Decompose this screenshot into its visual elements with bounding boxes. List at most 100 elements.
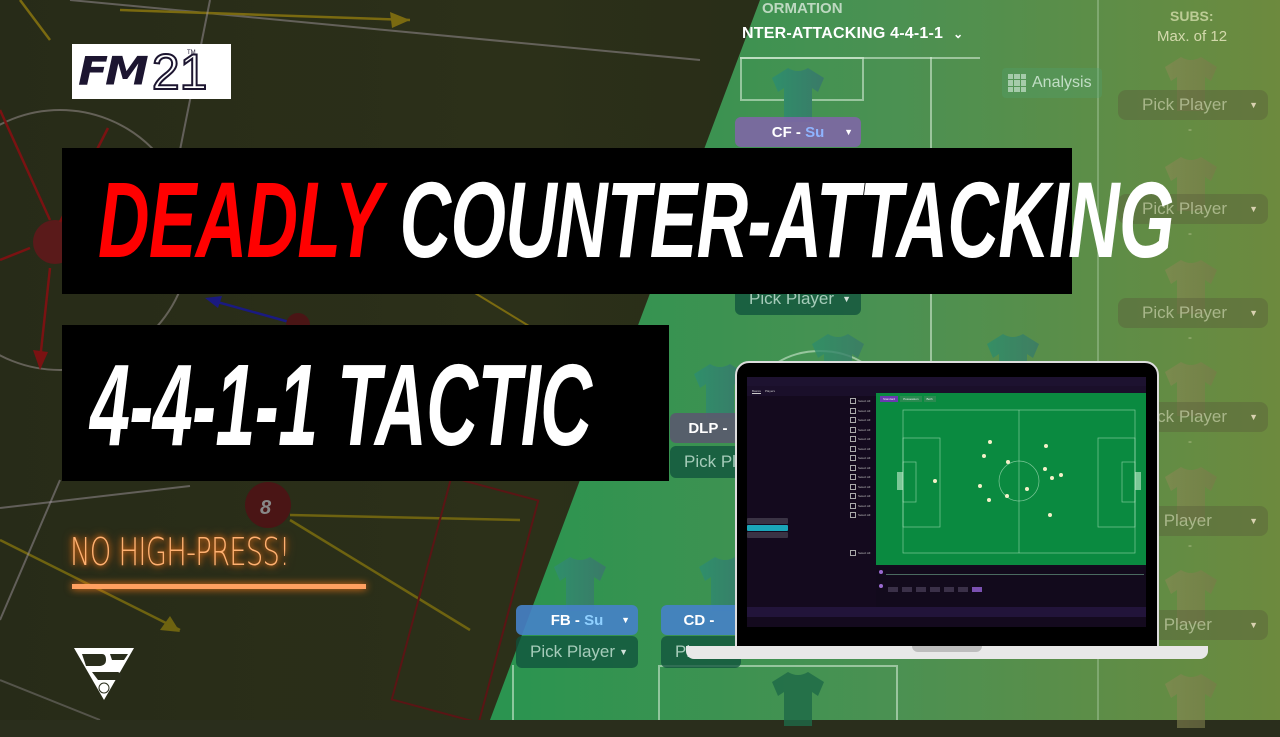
select-all-checkbox[interactable]: Select All	[850, 426, 872, 433]
player-dot	[1048, 513, 1052, 517]
pitch-line	[740, 57, 980, 59]
select-all-checkbox[interactable]: Select All	[850, 550, 872, 556]
player-dot	[1006, 460, 1010, 464]
checkbox-icon	[850, 398, 856, 404]
player-dot	[978, 484, 982, 488]
screen-slider[interactable]	[886, 574, 1144, 575]
screen-tab[interactable]: Basics	[752, 389, 761, 394]
sub-pick-player-dropdown[interactable]: Pick Player ▼	[1118, 298, 1268, 328]
select-all-checkbox[interactable]: Select All	[850, 445, 872, 452]
position-role-fb[interactable]: FB - Su ▼	[516, 605, 638, 635]
screen-pitch: Standard Possession Both	[876, 393, 1146, 565]
subs-max-label: Max. of 12	[1157, 28, 1228, 45]
analysis-label: Analysis	[1032, 74, 1092, 91]
checkbox-icon	[850, 483, 856, 490]
sub-shirt-icon	[1163, 672, 1219, 730]
screen-titlebar	[747, 377, 1146, 386]
checkbox-icon	[850, 474, 856, 480]
select-all-checkbox[interactable]: Select All	[850, 464, 872, 471]
checkbox-label: Select All	[858, 427, 871, 432]
svg-text:8: 8	[260, 497, 272, 519]
player-dot	[1025, 487, 1029, 491]
checkbox-icon	[850, 445, 856, 452]
checkbox-icon	[850, 455, 856, 461]
select-all-checkbox[interactable]: Select All	[850, 398, 872, 404]
screen-footer	[747, 607, 1146, 617]
pitch-line	[512, 665, 514, 720]
checkbox-icon	[850, 550, 856, 556]
player-dot	[982, 454, 986, 458]
player-dot	[1005, 494, 1009, 498]
player-dot	[987, 498, 991, 502]
checkbox-icon	[850, 426, 856, 433]
title-rest: COUNTER-ATTACKING	[399, 159, 1175, 280]
sub-dash: -	[1188, 538, 1192, 552]
analysis-button[interactable]: Analysis	[1002, 68, 1102, 98]
checkbox-label: Select All	[858, 551, 871, 555]
laptop-screen: Basics Players Select All Select All Selec…	[747, 377, 1146, 627]
dropdown-arrow-icon: ▼	[844, 127, 853, 137]
screen-tab[interactable]: Players	[765, 389, 775, 393]
screen-option-pill[interactable]	[747, 532, 788, 538]
goalkeeper-shirt-icon	[770, 670, 826, 728]
select-all-checkbox[interactable]: Select All	[850, 417, 872, 423]
checkbox-label: Select All	[858, 418, 871, 422]
dropdown-arrow-icon: ▼	[1249, 308, 1258, 318]
title-line2: 4-4-1-1 TACTIC	[90, 340, 592, 470]
formation-selector[interactable]: NTER-ATTACKING 4-4-1-1 ⌄	[742, 25, 963, 43]
select-all-checkbox[interactable]: Select All	[850, 493, 872, 499]
checkbox-label: Select All	[858, 437, 871, 441]
dropdown-arrow-icon: ▼	[1249, 412, 1258, 422]
player-dot	[1043, 467, 1047, 471]
mini-pitch-graphic	[897, 409, 1141, 554]
checkbox-label: Select All	[858, 465, 871, 470]
screen-option-pill[interactable]	[747, 518, 788, 524]
screen-radio-icon	[879, 570, 883, 574]
select-all-checkbox[interactable]: Select All	[850, 407, 872, 414]
pick-player-dropdown[interactable]: Pick Player ▼	[516, 636, 638, 668]
select-all-checkbox[interactable]: Select All	[850, 474, 872, 480]
sub-dash: -	[1188, 434, 1192, 448]
checkbox-icon	[850, 464, 856, 471]
tagline-text: NO HIGH-PRESS!	[70, 530, 290, 574]
position-role-cf[interactable]: CF - Su ▼	[735, 117, 861, 147]
player-dot	[988, 440, 992, 444]
checkbox-label: Select All	[858, 513, 871, 517]
checkbox-icon	[850, 407, 856, 414]
select-all-checkbox[interactable]: Select All	[850, 512, 872, 518]
select-all-checkbox[interactable]: Select All	[850, 455, 872, 461]
player-dot	[933, 479, 937, 483]
dropdown-arrow-icon: ▼	[842, 294, 851, 304]
formation-label: ORMATION	[762, 0, 843, 17]
fm21-logo: FM TM 21	[72, 44, 231, 99]
subs-title: SUBS:	[1170, 8, 1214, 24]
grid-icon	[1008, 74, 1026, 92]
player-dot	[1059, 473, 1063, 477]
checkbox-icon	[850, 436, 856, 442]
position-role-cd[interactable]: CD -	[661, 605, 741, 635]
screen-option-pill-active[interactable]	[747, 525, 788, 531]
checkbox-label: Select All	[858, 399, 871, 403]
player-shirt-icon	[770, 66, 826, 124]
screen-bottom-panel	[876, 567, 1146, 607]
checkbox-label: Select All	[858, 503, 871, 508]
checkbox-label: Select All	[858, 408, 871, 413]
select-all-checkbox[interactable]: Select All	[850, 502, 872, 509]
checkbox-label: Select All	[858, 475, 871, 479]
select-all-checkbox[interactable]: Select All	[850, 436, 872, 442]
rdf-triangle-logo-icon	[74, 648, 134, 700]
select-all-checkbox[interactable]: Select All	[850, 483, 872, 490]
title-highlight: DEADLY	[98, 159, 381, 280]
title-line1: DEADLY COUNTER-ATTACKING	[98, 166, 1174, 274]
title-banner-line2: 4-4-1-1 TACTIC	[62, 325, 669, 481]
sub-dash: -	[1188, 330, 1192, 344]
checkbox-label: Select All	[858, 484, 871, 489]
dropdown-arrow-icon: ▼	[621, 615, 630, 625]
screen-button-row	[888, 587, 982, 592]
dropdown-arrow-icon: ▼	[1249, 620, 1258, 630]
checkbox-icon	[850, 512, 856, 518]
formation-name: NTER-ATTACKING 4-4-1-1	[742, 25, 944, 42]
screen-radio-icon	[879, 584, 883, 588]
sub-pick-player-dropdown[interactable]: Pick Player ▼	[1118, 90, 1268, 120]
dropdown-arrow-icon: ▼	[1249, 100, 1258, 110]
